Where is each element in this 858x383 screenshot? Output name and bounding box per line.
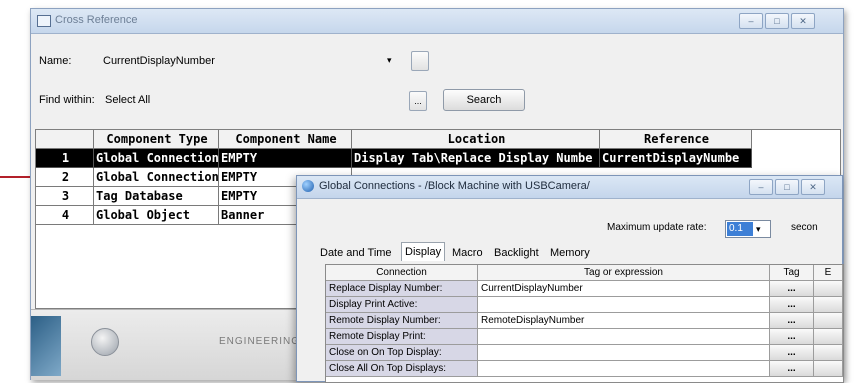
component-type-cell: Global Connection xyxy=(94,149,219,168)
max-update-rate-combobox[interactable]: 0.1 ▾ xyxy=(725,220,771,238)
expression-browse-button[interactable] xyxy=(814,313,843,329)
minimize-button[interactable]: – xyxy=(749,179,773,195)
tag-browse-button[interactable]: ... xyxy=(770,281,814,297)
connection-cell: Close on On Top Display: xyxy=(326,345,478,361)
row-number: 1 xyxy=(36,149,94,168)
name-combobox[interactable]: CurrentDisplayNumber xyxy=(103,55,393,67)
column-header-reference[interactable]: Reference xyxy=(600,130,752,149)
footer-left-graphic xyxy=(31,316,61,376)
tag-expression-cell[interactable]: CurrentDisplayNumber xyxy=(478,281,770,297)
tag-expression-cell[interactable] xyxy=(478,361,770,377)
connection-cell: Replace Display Number: xyxy=(326,281,478,297)
tag-browse-button[interactable]: ... xyxy=(770,297,814,313)
location-cell: Display Tab\Replace Display Numbe xyxy=(352,149,600,168)
product-logo-icon xyxy=(91,328,119,356)
name-dropdown-arrow[interactable]: ▾ xyxy=(387,55,392,66)
component-name-cell: EMPTY xyxy=(219,149,352,168)
footer-text: ENGINEERING xyxy=(219,336,301,347)
tab-date-and-time[interactable]: Date and Time xyxy=(317,244,395,262)
tag-expression-cell[interactable] xyxy=(478,329,770,345)
tag-browse-button[interactable]: ... xyxy=(770,329,814,345)
tag-browse-button[interactable]: ... xyxy=(770,313,814,329)
window-title: Global Connections - /Block Machine with… xyxy=(319,180,590,192)
connection-cell: Remote Display Print: xyxy=(326,329,478,345)
maximize-button[interactable]: □ xyxy=(775,179,799,195)
find-within-label: Find within: xyxy=(39,94,95,106)
name-browse-button[interactable] xyxy=(411,51,429,71)
maximize-button[interactable]: □ xyxy=(765,13,789,29)
tag-expression-cell[interactable] xyxy=(478,345,770,361)
column-header-tag: Tag xyxy=(770,265,814,281)
connection-cell: Remote Display Number: xyxy=(326,313,478,329)
column-header-component-name[interactable]: Component Name xyxy=(219,130,352,149)
title-bar: Cross Reference – □ ✕ xyxy=(31,9,843,34)
name-label: Name: xyxy=(39,55,72,67)
expression-browse-button[interactable] xyxy=(814,345,843,361)
column-header-connection: Connection xyxy=(326,265,478,281)
expression-browse-button[interactable] xyxy=(814,361,843,377)
connections-table: Connection Tag or expression Tag E Repla… xyxy=(325,264,844,383)
tag-expression-cell[interactable]: RemoteDisplayNumber xyxy=(478,313,770,329)
row-number: 2 xyxy=(36,168,94,187)
tag-browse-button[interactable]: ... xyxy=(770,361,814,377)
tab-macro[interactable]: Macro xyxy=(449,244,486,262)
column-header-tag-or-expression: Tag or expression xyxy=(478,265,770,281)
grid-corner-header xyxy=(36,130,94,149)
title-bar: Global Connections - /Block Machine with… xyxy=(297,176,842,199)
find-within-browse-button[interactable]: ... xyxy=(409,91,427,111)
dropdown-arrow-icon[interactable]: ▾ xyxy=(756,221,761,237)
window-title: Cross Reference xyxy=(55,14,138,26)
close-button[interactable]: ✕ xyxy=(801,179,825,195)
tab-display[interactable]: Display xyxy=(401,242,446,261)
expression-browse-button[interactable] xyxy=(814,329,843,345)
search-button[interactable]: Search xyxy=(443,89,525,111)
connection-cell: Close All On Top Displays: xyxy=(326,361,478,377)
close-button[interactable]: ✕ xyxy=(791,13,815,29)
global-connections-window: Global Connections - /Block Machine with… xyxy=(296,175,844,383)
find-within-field[interactable]: Select All xyxy=(105,94,150,106)
tab-backlight[interactable]: Backlight xyxy=(491,244,542,262)
column-header-component-type[interactable]: Component Type xyxy=(94,130,219,149)
window-icon xyxy=(37,15,51,27)
column-header-location[interactable]: Location xyxy=(352,130,600,149)
component-type-cell: Tag Database xyxy=(94,187,219,206)
max-update-rate-label: Maximum update rate: xyxy=(607,222,707,233)
max-update-rate-value: 0.1 xyxy=(727,222,753,236)
tab-memory[interactable]: Memory xyxy=(547,244,593,262)
minimize-button[interactable]: – xyxy=(739,13,763,29)
column-header-expression: E xyxy=(814,265,843,281)
row-number: 3 xyxy=(36,187,94,206)
tag-expression-cell[interactable] xyxy=(478,297,770,313)
seconds-label: secon xyxy=(791,222,818,233)
expression-browse-button[interactable] xyxy=(814,281,843,297)
reference-cell: CurrentDisplayNumbe xyxy=(600,149,752,168)
expression-browse-button[interactable] xyxy=(814,297,843,313)
tag-browse-button[interactable]: ... xyxy=(770,345,814,361)
globe-icon xyxy=(302,180,314,192)
component-type-cell: Global Object xyxy=(94,206,219,225)
connection-cell: Display Print Active: xyxy=(326,297,478,313)
row-number: 4 xyxy=(36,206,94,225)
component-type-cell: Global Connection xyxy=(94,168,219,187)
